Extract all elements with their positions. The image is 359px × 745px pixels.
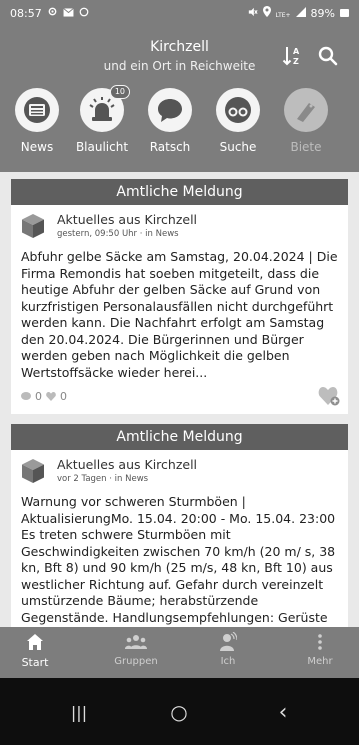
post-source-name: Aktuelles aus Kirchzell [57,457,198,472]
comment-count: 0 [35,390,42,403]
home-icon [27,634,43,650]
binoculars-icon [225,97,251,123]
profile-icon [220,632,237,651]
category-suche-circle [216,88,260,132]
sort-button[interactable]: A Z [281,44,305,68]
post-card[interactable]: Amtliche Meldung Aktuelles aus Kirchzell… [11,424,348,627]
category-blaulicht[interactable]: 10 Blaulicht [72,85,132,154]
heart-icon [46,392,56,401]
like-count: 0 [60,390,67,403]
groups-icon [125,635,147,649]
cube-icon [22,214,44,238]
system-navigation-bar: ||| ○ ‹ [0,678,359,745]
category-label: Blaulicht [75,140,129,154]
category-news[interactable]: News [7,88,67,154]
category-news-circle [15,88,59,132]
post-source[interactable]: Aktuelles aus Kirchzell gestern, 09:50 U… [11,205,348,243]
cube-icon [22,459,44,483]
recents-button[interactable]: ||| [64,700,94,724]
category-biete[interactable]: Biete [276,88,336,154]
nav-gruppen[interactable]: Gruppen [106,631,166,667]
search-button[interactable] [316,44,340,68]
mute-icon [248,7,258,20]
like-button[interactable] [318,386,340,410]
category-bar: News 10 Blaulicht Ratsch Suche Biete [0,84,359,172]
sync-icon [79,7,89,20]
post-card[interactable]: Amtliche Meldung Aktuelles aus Kirchzell… [11,179,348,414]
clock: 08:57 [10,6,42,20]
post-category-header: Amtliche Meldung [11,424,348,450]
bottom-navigation: Start Gruppen Ich Mehr [0,627,359,678]
home-button[interactable]: ○ [164,700,194,724]
chat-bubble-icon [158,99,182,122]
nav-label: Ich [220,656,236,667]
category-biete-circle [284,88,328,132]
post-source-name: Aktuelles aus Kirchzell [57,212,198,227]
category-suche[interactable]: Suche [208,88,268,154]
post-text[interactable]: Warnung vor schweren Sturmböen | Aktuali… [11,488,348,626]
nav-start[interactable]: Start [5,631,65,669]
post-meta: vor 2 Tagen · in News [57,474,149,484]
svg-text:A: A [293,47,300,56]
post-text[interactable]: Abfuhr gelbe Säcke am Samstag, 20.04.202… [11,243,348,381]
wifi-icon: LTE+ [276,7,291,20]
nav-label: Gruppen [114,656,158,667]
signal-icon [295,6,306,20]
location-icon [262,6,271,20]
category-ratsch[interactable]: Ratsch [140,88,200,154]
category-ratsch-circle [148,88,192,132]
post-meta: gestern, 09:50 Uhr · in News [57,229,179,239]
nav-ich[interactable]: Ich [198,631,258,667]
settings-icon [47,6,58,20]
category-label: Ratsch [149,140,191,154]
post-category-header: Amtliche Meldung [11,179,348,205]
category-label: Biete [290,140,322,154]
battery-level: 89% [310,6,335,20]
comment-icon [21,392,31,400]
category-blaulicht-circle: 10 [80,85,130,132]
nav-mehr[interactable]: Mehr [290,631,350,667]
battery-icon [340,9,349,17]
back-button[interactable]: ‹ [268,700,298,725]
siren-icon [89,97,115,121]
post-reactions[interactable]: 0 0 [21,390,67,403]
tag-icon [297,103,315,122]
post-source[interactable]: Aktuelles aus Kirchzell vor 2 Tagen · in… [11,450,348,488]
nav-label: Mehr [307,656,333,667]
notification-badge: 10 [109,85,130,99]
network-label: LTE+ [275,11,291,19]
location-title[interactable]: Kirchzell [0,39,359,55]
sort-az-icon: A Z [282,47,300,66]
category-label: News [20,140,54,154]
search-icon [318,46,338,66]
nav-label: Start [21,656,49,669]
category-label: Suche [219,140,257,154]
svg-text:Z: Z [293,57,299,66]
mail-icon [62,7,74,20]
news-feed[interactable]: Amtliche Meldung Aktuelles aus Kirchzell… [0,172,359,627]
location-subtitle[interactable]: und ein Ort in Reichweite [0,59,359,73]
app-header: Kirchzell und ein Ort in Reichweite A Z [0,26,359,84]
heart-add-icon [318,387,340,406]
status-bar: 08:57 LTE+ 89% [0,0,359,26]
post-footer: 0 0 [11,380,348,414]
more-vertical-icon [318,634,322,650]
newspaper-icon [24,97,50,123]
